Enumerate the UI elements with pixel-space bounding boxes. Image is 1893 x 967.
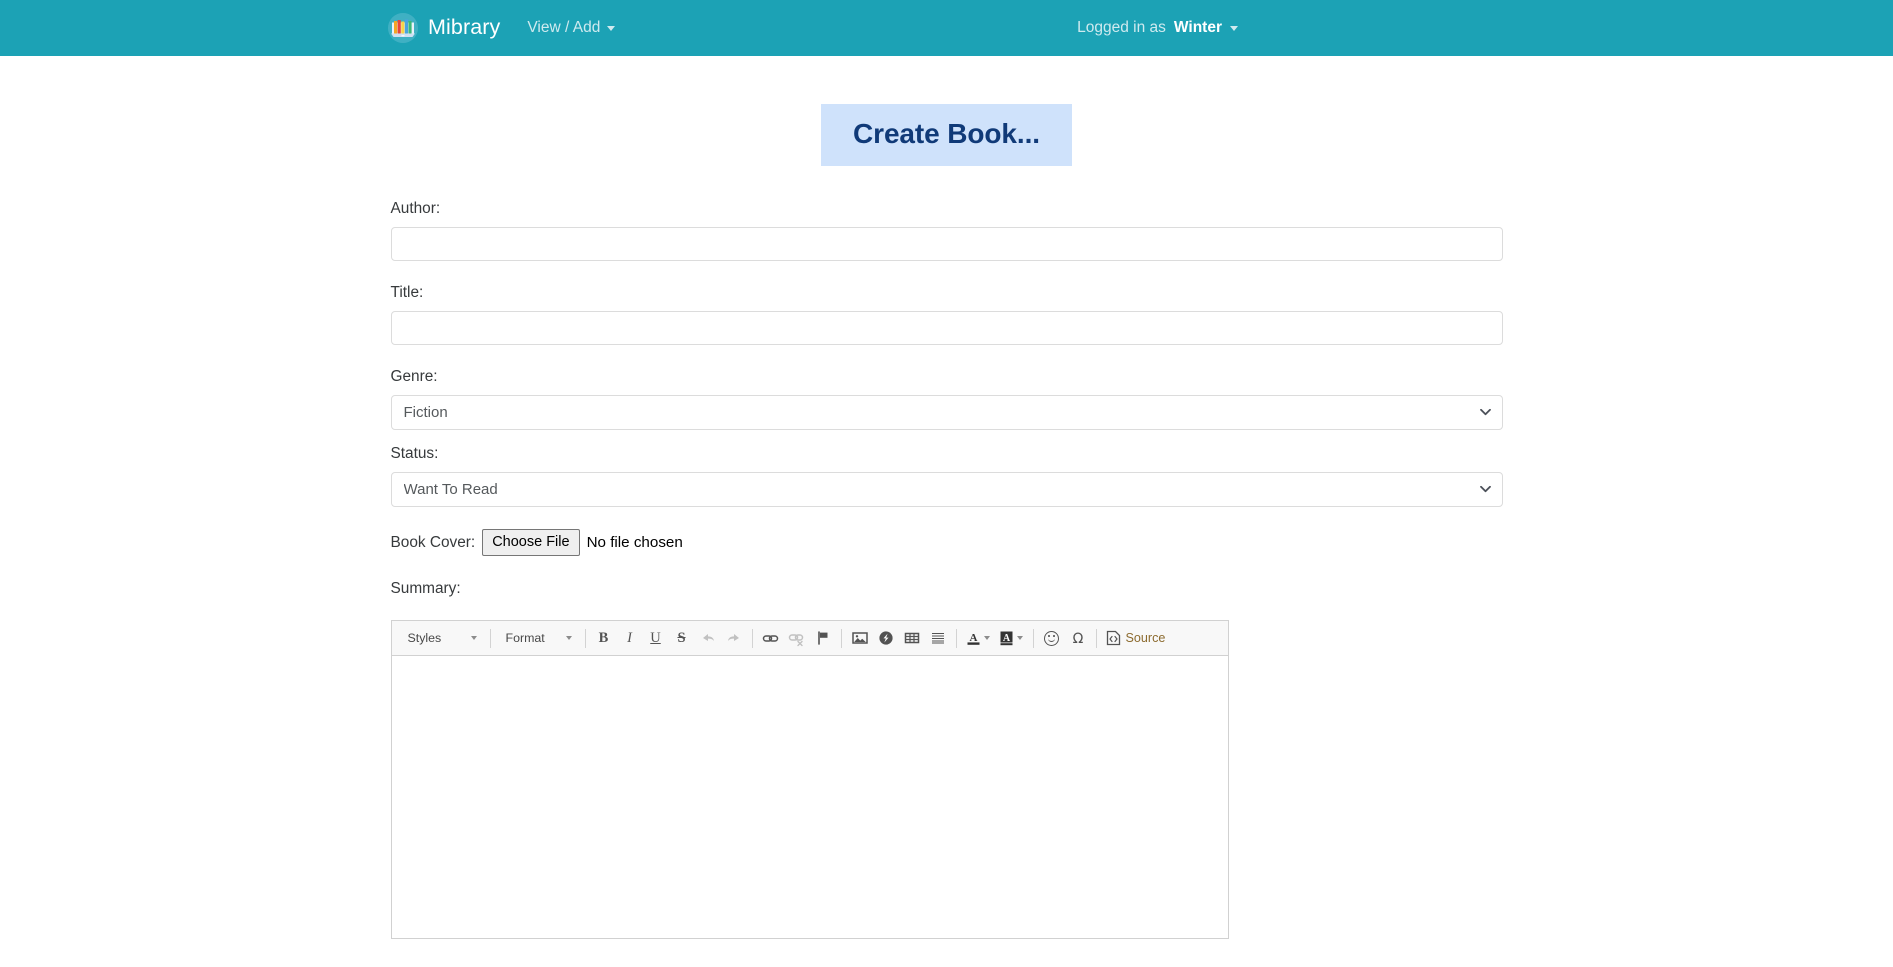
svg-text:Ω: Ω (1072, 631, 1083, 646)
svg-text:A: A (970, 632, 978, 644)
image-icon[interactable] (848, 627, 871, 650)
caret-down-icon (1017, 636, 1023, 640)
spacer (391, 430, 1503, 444)
styles-dropdown-label: Styles (408, 631, 442, 645)
flash-icon[interactable] (874, 627, 897, 650)
caret-down-icon (607, 26, 615, 31)
brand-home-link[interactable]: Mibrary (388, 13, 500, 43)
status-select-wrap: Want To Read (391, 472, 1503, 507)
status-label: Status: (391, 444, 1503, 464)
toolbar-separator (1096, 629, 1097, 648)
page-content: Create Book... Author: Title: Genre: Fic… (0, 104, 1893, 939)
format-dropdown[interactable]: Format (497, 626, 579, 651)
summary-label: Summary: (391, 580, 1503, 598)
toolbar-separator (956, 629, 957, 648)
book-cover-row: Book Cover: Choose File No file chosen (391, 529, 1503, 556)
file-status-text: No file chosen (587, 534, 683, 551)
account-menu-prefix: Logged in as (1077, 19, 1166, 37)
page-title: Create Book... (821, 104, 1072, 166)
genre-label: Genre: (391, 367, 1503, 387)
author-label: Author: (391, 199, 1503, 219)
genre-select[interactable]: Fiction (391, 395, 1503, 430)
spacer (391, 261, 1503, 283)
summary-rich-text-editor: Styles Format B I U S (391, 620, 1229, 939)
redo-icon[interactable] (722, 627, 745, 650)
format-dropdown-label: Format (506, 631, 545, 645)
smiley-icon[interactable] (1040, 627, 1063, 650)
page-title-wrap: Create Book... (0, 104, 1893, 166)
books-monitor-logo-icon (388, 13, 418, 43)
toolbar-separator (585, 629, 586, 648)
brand-text: Mibrary (428, 17, 500, 39)
create-book-form: Author: Title: Genre: Fiction Status: Wa… (391, 199, 1503, 939)
text-color-icon[interactable]: A (963, 627, 993, 650)
caret-down-icon (566, 636, 572, 640)
top-navbar: Mibrary View / Add Logged in as Winter (0, 0, 1893, 56)
title-label: Title: (391, 283, 1503, 303)
editor-content-area[interactable] (392, 656, 1228, 938)
styles-dropdown[interactable]: Styles (399, 626, 484, 651)
status-select[interactable]: Want To Read (391, 472, 1503, 507)
source-button[interactable]: Source (1102, 627, 1170, 650)
toolbar-separator (1033, 629, 1034, 648)
caret-down-icon (984, 636, 990, 640)
toolbar-separator (752, 629, 753, 648)
source-code-icon (1106, 630, 1121, 646)
nav-menu-view-add[interactable]: View / Add (527, 20, 615, 36)
underline-icon[interactable]: U (644, 627, 667, 650)
spacer (391, 345, 1503, 367)
special-character-icon[interactable]: Ω (1066, 627, 1089, 650)
background-color-icon[interactable]: A (996, 627, 1026, 650)
source-button-label: Source (1126, 631, 1166, 645)
caret-down-icon (471, 636, 477, 640)
unlink-icon[interactable] (785, 627, 808, 650)
nav-menu-view-add-label: View / Add (527, 20, 600, 36)
choose-file-button[interactable]: Choose File (482, 529, 579, 556)
account-menu-username: Winter (1174, 19, 1222, 37)
toolbar-separator (490, 629, 491, 648)
bold-icon[interactable]: B (592, 627, 615, 650)
italic-icon[interactable]: I (618, 627, 641, 650)
account-menu[interactable]: Logged in as Winter (1077, 19, 1238, 37)
title-input[interactable] (391, 311, 1503, 345)
link-icon[interactable] (759, 627, 782, 650)
navbar-left-group: Mibrary View / Add (388, 13, 615, 43)
strikethrough-icon[interactable]: S (670, 627, 693, 650)
horizontal-rule-icon[interactable] (926, 627, 949, 650)
genre-select-wrap: Fiction (391, 395, 1503, 430)
anchor-flag-icon[interactable] (811, 627, 834, 650)
toolbar-separator (841, 629, 842, 648)
svg-text:A: A (1003, 633, 1011, 644)
editor-toolbar: Styles Format B I U S (392, 621, 1228, 656)
author-input[interactable] (391, 227, 1503, 261)
caret-down-icon (1230, 26, 1238, 31)
book-cover-label: Book Cover: (391, 534, 476, 552)
undo-icon[interactable] (696, 627, 719, 650)
table-icon[interactable] (900, 627, 923, 650)
